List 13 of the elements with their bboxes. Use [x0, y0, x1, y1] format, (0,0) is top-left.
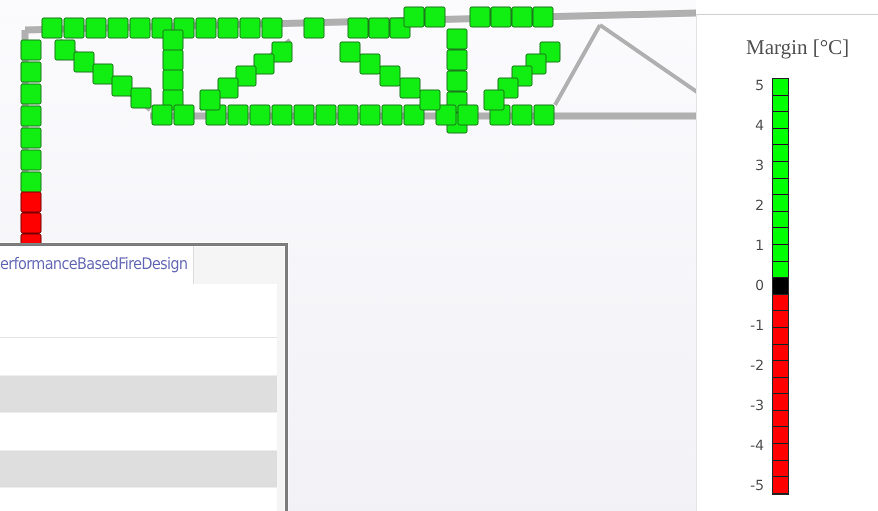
- scale-label: 0: [755, 278, 764, 296]
- scale-label: 2: [755, 198, 764, 216]
- panel-tab[interactable]: erformanceBasedFireDesign: [0, 246, 194, 284]
- scale-label: -1: [750, 318, 764, 336]
- scale-label: 5: [755, 78, 764, 96]
- scale-label: -4: [750, 438, 764, 456]
- legend-title: Margin [°C]: [746, 35, 850, 60]
- scale-label: -5: [750, 478, 764, 496]
- scale-label: -2: [750, 358, 764, 376]
- scale-label: 3: [755, 158, 764, 176]
- scale-label: -3: [750, 398, 764, 416]
- scale-label: 1: [755, 238, 764, 256]
- scale-label: 4: [755, 118, 764, 136]
